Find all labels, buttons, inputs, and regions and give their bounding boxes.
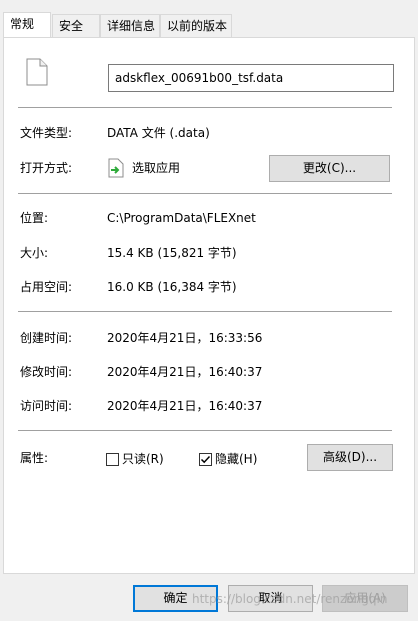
tab-details[interactable]: 详细信息 <box>100 14 160 37</box>
readonly-checkbox[interactable] <box>106 453 119 466</box>
advanced-button[interactable]: 高级(D)... <box>307 444 393 471</box>
attributes-label: 属性: <box>20 451 49 465</box>
size-value: 15.4 KB (15,821 字节) <box>107 246 237 260</box>
hidden-label[interactable]: 隐藏(H) <box>215 451 257 467</box>
modified-value: 2020年4月21日，16:40:37 <box>107 365 263 379</box>
readonly-label[interactable]: 只读(R) <box>122 451 164 467</box>
modified-label: 修改时间: <box>20 365 73 379</box>
accessed-value: 2020年4月21日，16:40:37 <box>107 399 263 413</box>
size-on-disk-value: 16.0 KB (16,384 字节) <box>107 280 237 294</box>
ok-button[interactable]: 确定 <box>133 585 218 612</box>
tab-general[interactable]: 常规 <box>3 12 51 37</box>
blank-file-icon <box>26 58 48 89</box>
accessed-label: 访问时间: <box>20 399 73 413</box>
file-type-value: DATA 文件 (.data) <box>107 126 210 140</box>
location-label: 位置: <box>20 211 49 225</box>
created-value: 2020年4月21日，16:33:56 <box>107 331 263 345</box>
location-value: C:\ProgramData\FLEXnet <box>107 211 256 225</box>
filename-field[interactable]: adskflex_00691b00_tsf.data <box>108 64 394 92</box>
divider <box>18 430 392 431</box>
open-with-value: 选取应用 <box>132 161 181 175</box>
divider <box>18 107 392 108</box>
checkmark-icon <box>200 455 211 464</box>
file-type-label: 文件类型: <box>20 126 73 140</box>
general-panel: adskflex_00691b00_tsf.data 文件类型: DATA 文件… <box>3 37 415 574</box>
cancel-button[interactable]: 取消 <box>228 585 313 612</box>
tab-security[interactable]: 安全 <box>52 14 100 37</box>
created-label: 创建时间: <box>20 331 73 345</box>
tab-previous-versions[interactable]: 以前的版本 <box>160 14 232 37</box>
hidden-checkbox[interactable] <box>199 453 212 466</box>
divider <box>18 193 392 194</box>
change-button[interactable]: 更改(C)... <box>269 155 390 182</box>
select-app-icon <box>108 158 124 181</box>
apply-button[interactable]: 应用(A) <box>322 585 408 612</box>
divider <box>18 311 392 312</box>
size-label: 大小: <box>20 246 49 260</box>
size-on-disk-label: 占用空间: <box>20 280 73 294</box>
open-with-label: 打开方式: <box>20 161 73 175</box>
